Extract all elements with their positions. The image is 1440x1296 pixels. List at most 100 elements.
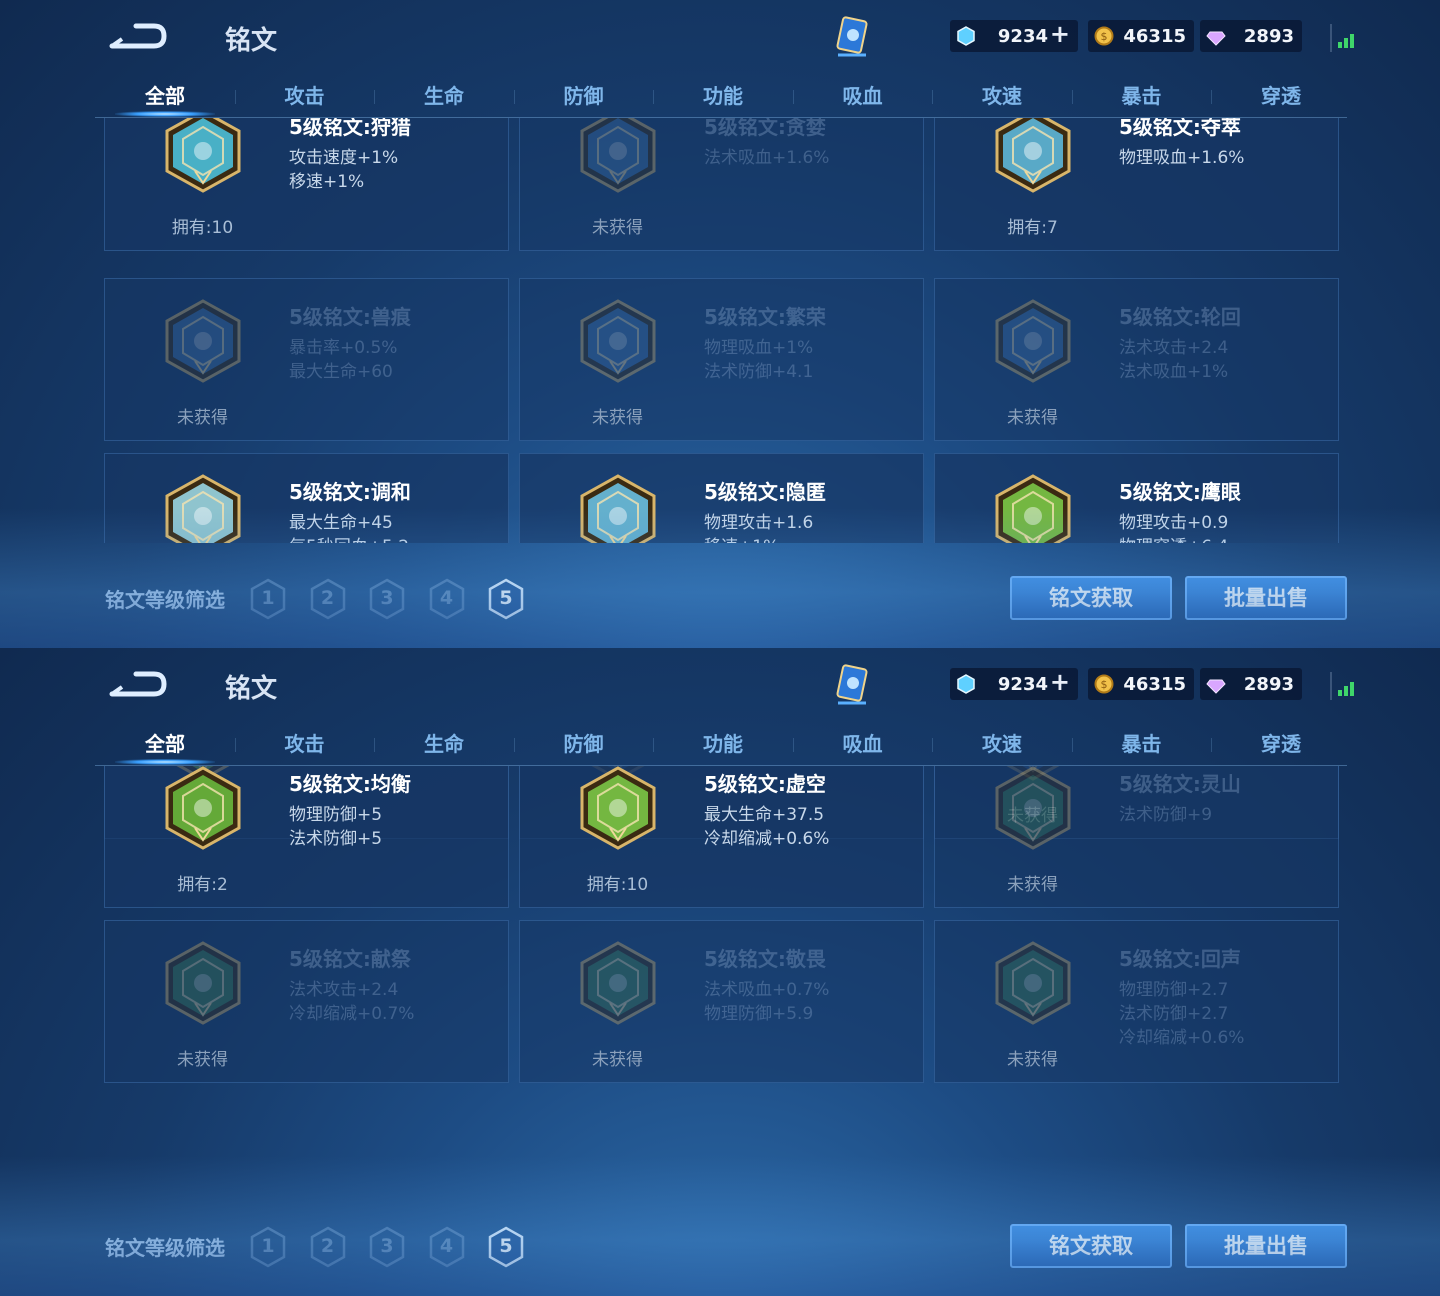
inscription-stat: 法术防御+9 xyxy=(1119,805,1213,825)
add-currency-button[interactable]: + xyxy=(1050,20,1070,48)
tab-3[interactable]: 防御 xyxy=(514,728,654,757)
tab-5[interactable]: 吸血 xyxy=(793,728,933,757)
inscription-card[interactable]: 5级铭文:隐匿物理攻击+1.6移速+1% xyxy=(519,453,924,543)
inscription-book-icon[interactable] xyxy=(832,663,872,707)
inscription-name: 5级铭文:夺萃 xyxy=(1119,118,1241,139)
level-filter-4[interactable]: 4 xyxy=(428,578,466,620)
inscription-card[interactable]: 5级铭文:轮回 法术攻击+2.4 法术吸血+1% 未获得 xyxy=(934,278,1339,441)
tab-5[interactable]: 吸血 xyxy=(793,80,933,109)
level-filter-4[interactable]: 4 xyxy=(428,1226,466,1268)
level-filter-3[interactable]: 3 xyxy=(368,578,406,620)
level-filter-2[interactable]: 2 xyxy=(309,1226,347,1268)
inscription-card[interactable]: 5级铭文:鹰眼物理攻击+0.9物理穿透+6.4 xyxy=(934,453,1339,543)
inscription-name: 5级铭文:鹰眼 xyxy=(1119,480,1241,504)
inscription-name: 5级铭文:调和 xyxy=(289,480,411,504)
inscription-stat: 冷却缩减+0.7% xyxy=(289,1004,415,1024)
purple-gem-icon xyxy=(1206,31,1226,46)
level-number: 4 xyxy=(439,1235,454,1257)
inscription-stat: 暴击率+0.5% xyxy=(289,338,398,358)
page-title: 铭文 xyxy=(225,674,278,704)
add-currency-button[interactable]: + xyxy=(1050,668,1070,696)
inscription-card[interactable]: 5级铭文:夺萃 物理吸血+1.6% 拥有:7 xyxy=(934,118,1339,251)
tab-2[interactable]: 生命 xyxy=(374,80,514,109)
tab-2[interactable]: 生命 xyxy=(374,728,514,757)
level-filter-1[interactable]: 1 xyxy=(249,1226,287,1268)
tab-3[interactable]: 防御 xyxy=(514,80,654,109)
level-number: 1 xyxy=(261,1235,275,1257)
inscription-card[interactable]: 5级铭文:贪婪 法术吸血+1.6% 未获得 xyxy=(519,118,924,251)
inscription-card[interactable]: 5级铭文:灵山 法术防御+9 未获得 xyxy=(934,766,1339,908)
inscription-name: 5级铭文:献祭 xyxy=(289,947,411,971)
level-filter-3[interactable]: 3 xyxy=(368,1226,406,1268)
owned-count: 未获得 xyxy=(1007,875,1058,895)
diamond-coupon-icon xyxy=(957,26,975,46)
level-number: 3 xyxy=(380,1235,394,1257)
tab-4[interactable]: 功能 xyxy=(653,728,793,757)
bulk-sell-button[interactable]: 批量出售 xyxy=(1185,1224,1347,1268)
inscription-card[interactable]: 5级铭文:调和最大生命+45每5秒回血+5.2 xyxy=(104,453,509,543)
tab-8[interactable]: 穿透 xyxy=(1211,80,1351,109)
owned-count: 拥有:10 xyxy=(171,218,234,238)
back-arrow-icon[interactable] xyxy=(108,22,168,52)
acquire-inscription-button[interactable]: 铭文获取 xyxy=(1010,1224,1172,1268)
currency-diamond-coupon: 9234 + xyxy=(950,668,1078,700)
owned-count: 未获得 xyxy=(592,1050,643,1070)
inscription-card[interactable]: 5级铭文:繁荣 物理吸血+1% 法术防御+4.1 未获得 xyxy=(519,278,924,441)
level-number: 2 xyxy=(320,1235,335,1257)
diamond-coupon-icon xyxy=(957,674,975,694)
level-filter-5[interactable]: 5 xyxy=(487,1226,525,1268)
tab-1[interactable]: 攻击 xyxy=(235,80,375,109)
tab-0[interactable]: 全部 xyxy=(95,728,235,757)
currency-amount: 46315 xyxy=(1123,25,1186,47)
tab-7[interactable]: 暴击 xyxy=(1072,728,1212,757)
mountain-rune-icon xyxy=(995,766,1071,850)
tab-6[interactable]: 攻速 xyxy=(932,728,1072,757)
purple-gem-icon xyxy=(1206,679,1226,694)
owned-count: 未获得 xyxy=(177,1050,228,1070)
inscription-card[interactable]: 5级铭文:均衡 物理防御+5 法术防御+5 拥有:2 xyxy=(104,766,509,908)
inscription-stat: 物理吸血+1.6% xyxy=(1119,148,1245,168)
knot-rune-icon xyxy=(995,118,1071,193)
inscription-name: 5级铭文:均衡 xyxy=(289,772,411,796)
level-filter-5[interactable]: 5 xyxy=(487,578,525,620)
inscription-stat: 移速+1% xyxy=(704,532,779,543)
inscription-card[interactable]: 5级铭文:献祭法术攻击+2.4 冷却缩减+0.7% 未获得 xyxy=(104,920,509,1083)
inscription-name: 5级铭文:虚空 xyxy=(704,772,826,796)
inscription-stat: 物理防御+5.9 xyxy=(704,1004,814,1024)
inscription-stat: 物理防御+5 xyxy=(289,805,383,825)
back-arrow-icon[interactable] xyxy=(108,670,168,700)
level-number: 2 xyxy=(320,587,335,609)
tab-0[interactable]: 全部 xyxy=(95,80,235,109)
tab-8[interactable]: 穿透 xyxy=(1211,728,1351,757)
currency-amount: 9234 xyxy=(997,25,1048,47)
inscription-card[interactable]: 5级铭文:狩猎 攻击速度+1% 移速+1% 拥有:10 xyxy=(104,118,509,251)
level-filter-1[interactable]: 1 xyxy=(249,578,287,620)
currency-amount: 2893 xyxy=(1243,673,1294,695)
inscription-grid[interactable]: 5级铭文:狩猎 攻击速度+1% 移速+1% 拥有:10 5级铭文:贪婪 法术吸血+1.6%… xyxy=(0,118,1440,543)
inscription-stat: 攻击速度+1% xyxy=(289,148,399,168)
tab-1[interactable]: 攻击 xyxy=(235,728,375,757)
currency-gold-coin: $46315 xyxy=(1088,668,1194,700)
inscription-book-icon[interactable] xyxy=(832,15,872,59)
inscription-stat: 法术攻击+2.4 xyxy=(289,980,399,1000)
page-title: 铭文 xyxy=(225,26,278,56)
inscription-card[interactable]: 5级铭文:兽痕 暴击率+0.5% 最大生命+60 未获得 xyxy=(104,278,509,441)
tab-6[interactable]: 攻速 xyxy=(932,80,1072,109)
bulk-sell-button[interactable]: 批量出售 xyxy=(1185,576,1347,620)
level-filter-label: 铭文等级筛选 xyxy=(105,1236,225,1260)
inscription-card[interactable]: 5级铭文:敬畏 法术吸血+0.7% 物理防御+5.9 未获得 xyxy=(519,920,924,1083)
level-filter-2[interactable]: 2 xyxy=(309,578,347,620)
tab-7[interactable]: 暴击 xyxy=(1072,80,1212,109)
drop-rune-icon xyxy=(165,474,241,543)
inscription-stat: 法术攻击+2.4 xyxy=(1119,338,1229,358)
acquire-inscription-button[interactable]: 铭文获取 xyxy=(1010,576,1172,620)
inscription-stat: 法术防御+4.1 xyxy=(704,362,814,382)
clover-rune-icon xyxy=(995,474,1071,543)
tab-4[interactable]: 功能 xyxy=(653,80,793,109)
inscription-card[interactable]: 5级铭文:回声 物理防御+2.7 法术防御+2.7 冷却缩减+0.6% 未获得 xyxy=(934,920,1339,1083)
currency-gold-coin: $46315 xyxy=(1088,20,1194,52)
inscription-grid[interactable]: 法术穿透+6.4拥有:10未获得未获得5级铭文:均衡物理防御+5法术防御+5拥有… xyxy=(0,766,1440,1191)
inscription-stat: 物理穿透+6.4 xyxy=(1119,532,1228,543)
signal-strength-icon xyxy=(1330,24,1358,52)
inscription-card[interactable]: 5级铭文:虚空 最大生命+37.5 冷却缩减+0.6% 拥有:10 xyxy=(519,766,924,908)
